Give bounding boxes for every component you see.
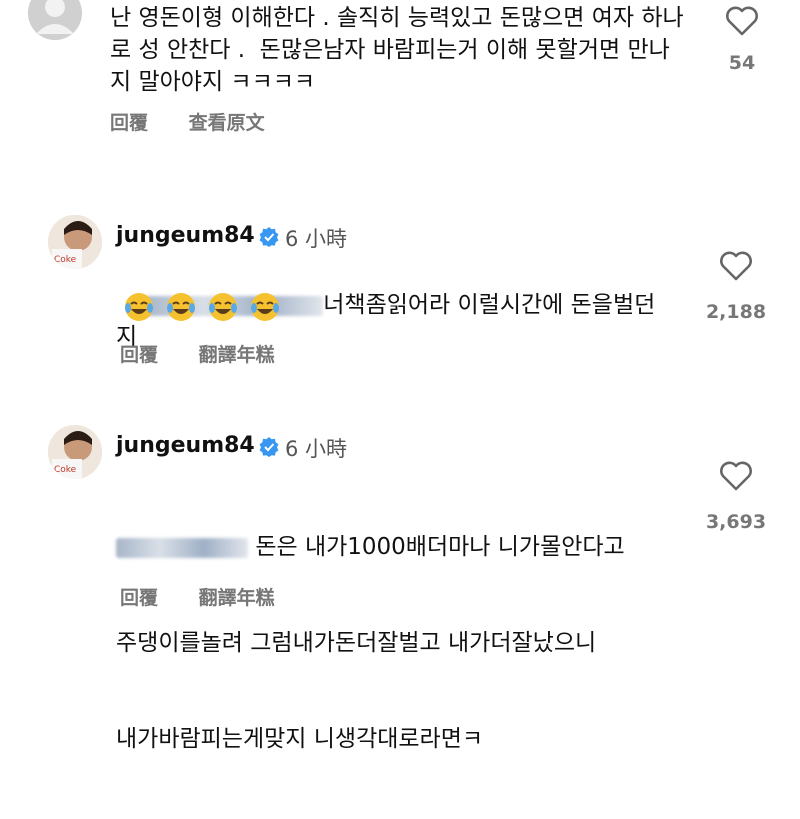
like-control: 3,693 <box>696 461 776 533</box>
comment-actions: 回覆 查看原文 <box>110 108 299 135</box>
reply-button[interactable]: 回覆 <box>110 112 148 134</box>
username[interactable]: jungeum84 <box>116 433 255 458</box>
heart-icon[interactable] <box>719 251 753 281</box>
comment-1: 난 영돈이형 이해한다 . 솔직히 능력있고 돈많으면 여자 하나 로 성 안찬… <box>0 0 800 160</box>
emoji-row <box>123 291 286 327</box>
reply-button[interactable]: 回覆 <box>120 587 158 609</box>
like-count: 2,188 <box>705 301 767 323</box>
like-control: 2,188 <box>696 251 776 323</box>
avatar[interactable] <box>28 0 82 40</box>
comment-line-3: 내가바람피는게맞지 니생각대로라면ㅋ <box>116 726 484 752</box>
translate-button[interactable]: 翻譯年糕 <box>199 587 275 609</box>
username[interactable]: jungeum84 <box>116 223 255 248</box>
laughing-tears-emoji <box>125 293 153 321</box>
timestamp: 6 小時 <box>285 227 348 251</box>
svg-text:Coke: Coke <box>54 255 77 265</box>
svg-text:Coke: Coke <box>54 465 77 475</box>
avatar[interactable]: Coke <box>48 425 102 479</box>
comment-text: 난 영돈이형 이해한다 . 솔직히 능력있고 돈많으면 여자 하나 로 성 안찬… <box>110 5 684 95</box>
heart-icon[interactable] <box>725 6 759 36</box>
heart-icon[interactable] <box>719 461 753 491</box>
comment-3: Coke jungeum84 6 小時 돈은 내가1000배더마나 니가몰안다고… <box>0 425 800 752</box>
comment-2: Coke jungeum84 6 小時 너책좀읽어라 이럴시간에 돈을벌던지 回… <box>0 215 800 375</box>
translate-button[interactable]: 翻譯年糕 <box>199 344 275 366</box>
verified-badge-icon <box>259 437 279 457</box>
like-control: 54 <box>702 6 782 74</box>
comment-line-1: 돈은 내가1000배더마나 니가몰안다고 <box>116 531 696 563</box>
redacted-mention <box>116 537 248 558</box>
verified-badge-icon <box>259 227 279 247</box>
comment-actions: 回覆 翻譯年糕 <box>120 583 309 610</box>
comment-actions: 回覆 翻譯年糕 <box>120 340 309 367</box>
like-count: 54 <box>728 52 756 74</box>
like-count: 3,693 <box>705 511 767 533</box>
comment-line-2: 주댕이를놀려 그럼내가돈더잘벌고 내가더잘났으니 <box>116 630 597 656</box>
see-original-button[interactable]: 查看原文 <box>189 112 265 134</box>
laughing-tears-emoji <box>209 293 238 321</box>
laughing-tears-emoji <box>251 293 280 321</box>
reply-button[interactable]: 回覆 <box>120 344 158 366</box>
comment-text: 돈은 내가1000배더마나 니가몰안다고 주댕이를놀려 그럼내가돈더잘벌고 내가… <box>116 467 696 819</box>
default-avatar-icon <box>28 0 82 40</box>
profile-photo: Coke <box>48 425 102 479</box>
avatar[interactable]: Coke <box>48 215 102 269</box>
timestamp: 6 小時 <box>285 437 348 461</box>
laughing-tears-emoji <box>167 293 196 321</box>
comment-line-1-text: 돈은 내가1000배더마나 니가몰안다고 <box>255 534 625 560</box>
profile-photo: Coke <box>48 215 102 269</box>
